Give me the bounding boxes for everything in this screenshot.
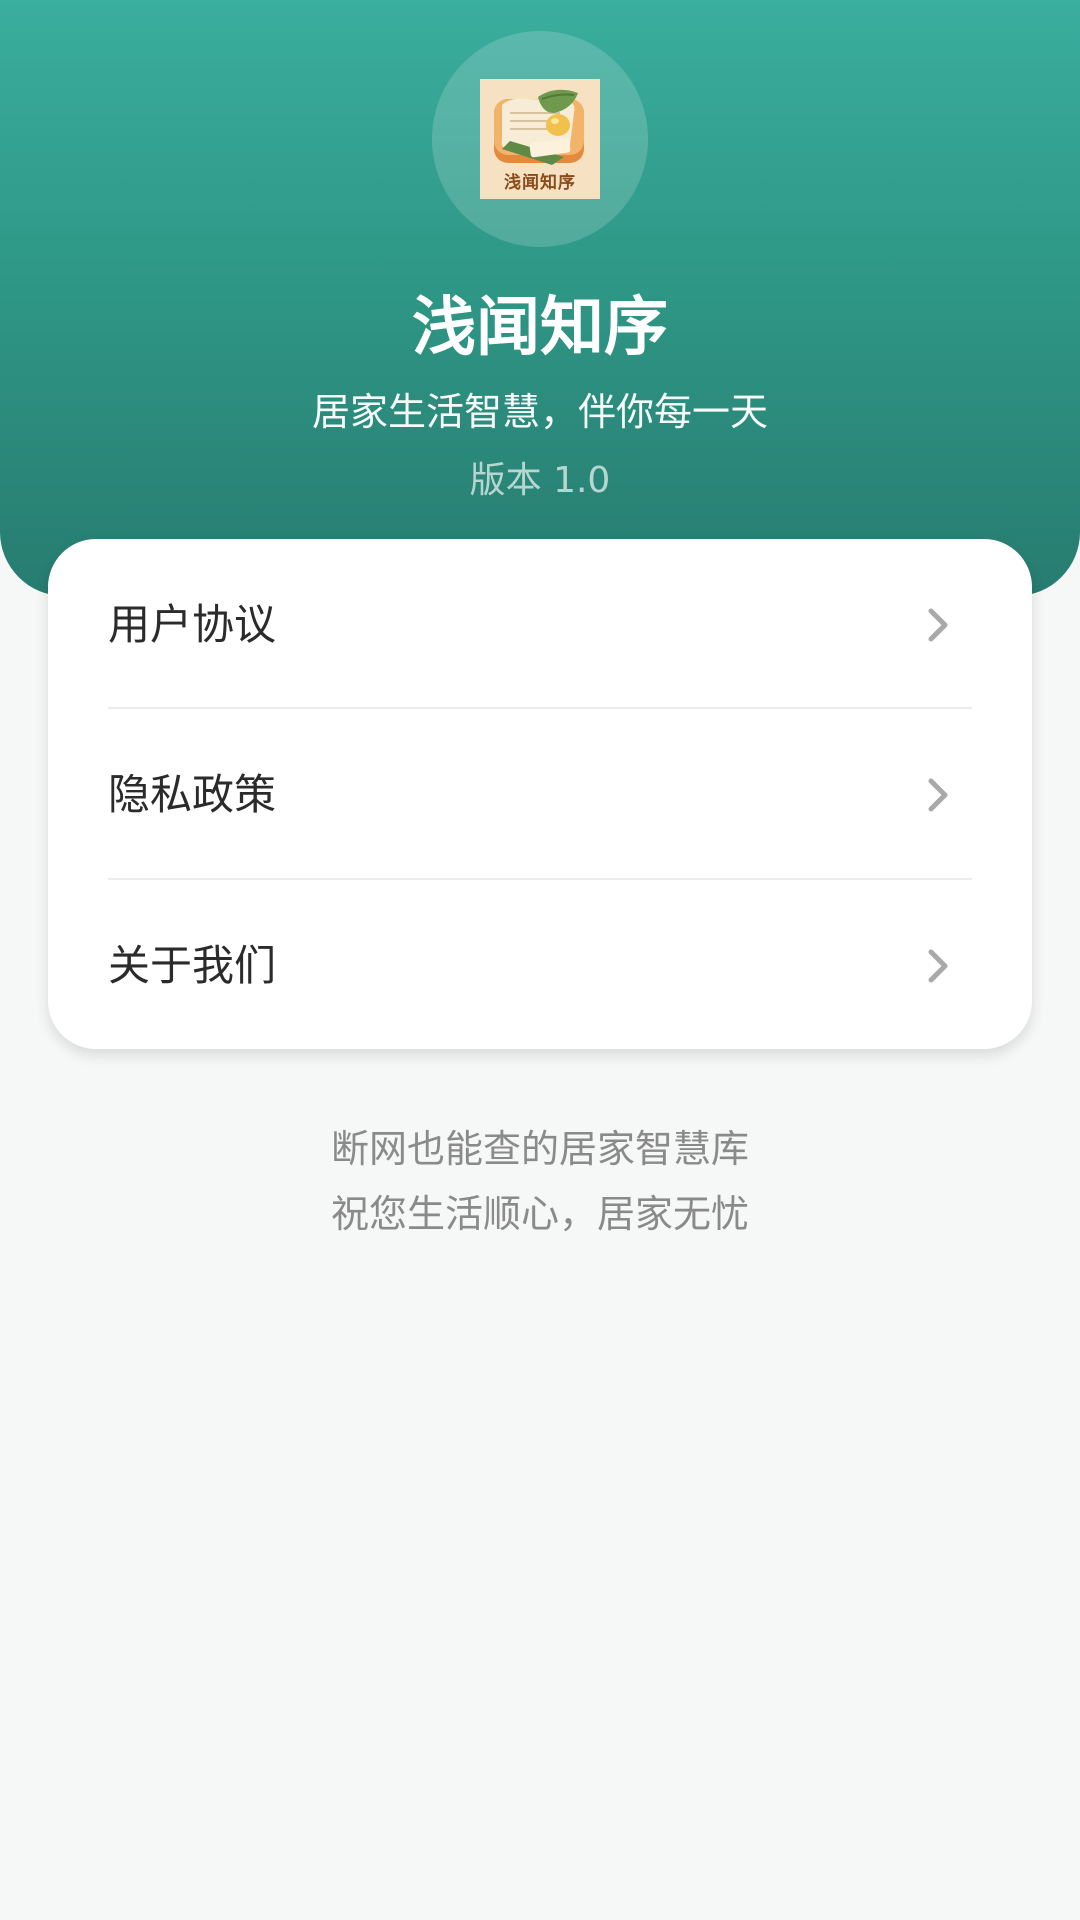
menu-item-user-agreement[interactable]: 用户协议: [48, 539, 1032, 710]
menu-item-label: 用户协议: [108, 600, 277, 649]
footer-tagline-1: 断网也能查的居家智慧库: [330, 1127, 749, 1171]
menu-item-privacy-policy[interactable]: 隐私政策: [48, 709, 1032, 880]
app-subtitle: 居家生活智慧，伴你每一天: [311, 390, 768, 434]
menu-item-label: 隐私政策: [108, 770, 277, 819]
app-logo-ring: 浅闻知序: [432, 31, 648, 247]
menu-item-about-us[interactable]: 关于我们: [48, 880, 1032, 1051]
app-logo-text: 浅闻知序: [504, 173, 576, 193]
menu-item-label: 关于我们: [108, 941, 277, 990]
chevron-right-icon: [928, 949, 948, 983]
footer-tagline-2: 祝您生活顺心，居家无忧: [330, 1192, 749, 1236]
chevron-right-icon: [928, 608, 948, 642]
app-version: 版本 1.0: [469, 460, 611, 501]
chevron-right-icon: [928, 778, 948, 812]
app-title: 浅闻知序: [412, 291, 668, 365]
app-logo: 浅闻知序: [480, 79, 600, 199]
header-banner: 浅闻知序 浅闻知序 居家生活智慧，伴你每一天 版本 1.0: [0, 0, 1080, 596]
menu-card: 用户协议 隐私政策 关于我们: [48, 539, 1032, 1049]
